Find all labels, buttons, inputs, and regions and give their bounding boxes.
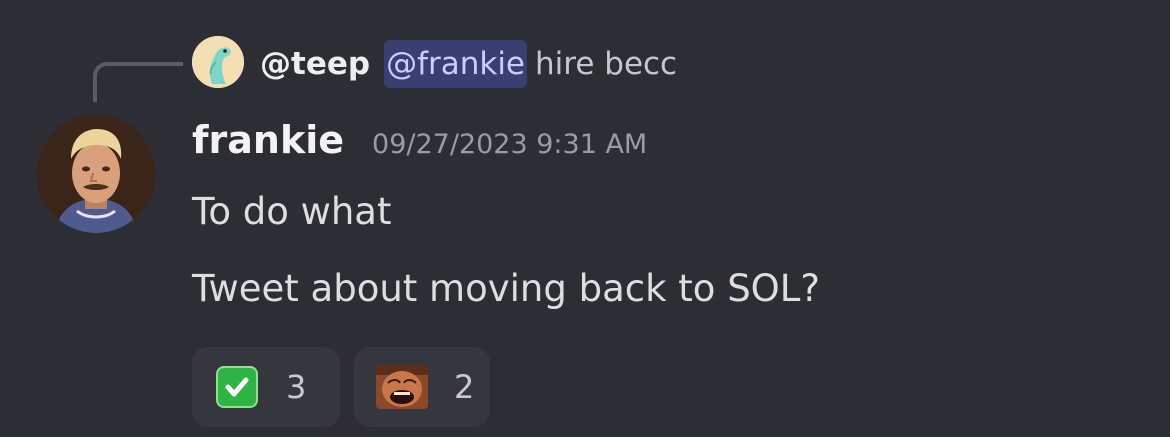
message-timestamp: 09/27/2023 9:31 AM [372, 129, 648, 160]
dinosaur-avatar-icon [192, 36, 244, 88]
message-author-avatar[interactable] [37, 115, 155, 233]
cartoon-man-avatar-icon [37, 115, 155, 233]
message-header: frankie 09/27/2023 9:31 AM [192, 118, 647, 174]
reaction-laugh-button[interactable]: 2 [354, 347, 490, 427]
message-author-name[interactable]: frankie [192, 118, 344, 162]
reply-mention[interactable]: @frankie [384, 40, 528, 88]
reply-author-avatar[interactable] [192, 36, 244, 88]
reply-author-name[interactable]: @teep [260, 40, 370, 88]
message-text-line: Tweet about moving back to SOL? [192, 267, 821, 310]
white-check-mark-icon [216, 366, 258, 408]
reply-snippet: hire becc [535, 46, 678, 82]
reaction-check-button[interactable]: 3 [192, 347, 340, 427]
reaction-count: 2 [454, 368, 475, 406]
laughing-man-emoji-icon [376, 365, 428, 409]
reaction-count: 3 [286, 368, 307, 406]
discord-message-view: @teep @frankie hire becc frankie 09/27/2… [0, 0, 1170, 437]
reply-connector [93, 62, 183, 102]
reply-preview[interactable]: @teep @frankie hire becc [260, 40, 677, 88]
message-text-line: To do what [192, 190, 392, 233]
